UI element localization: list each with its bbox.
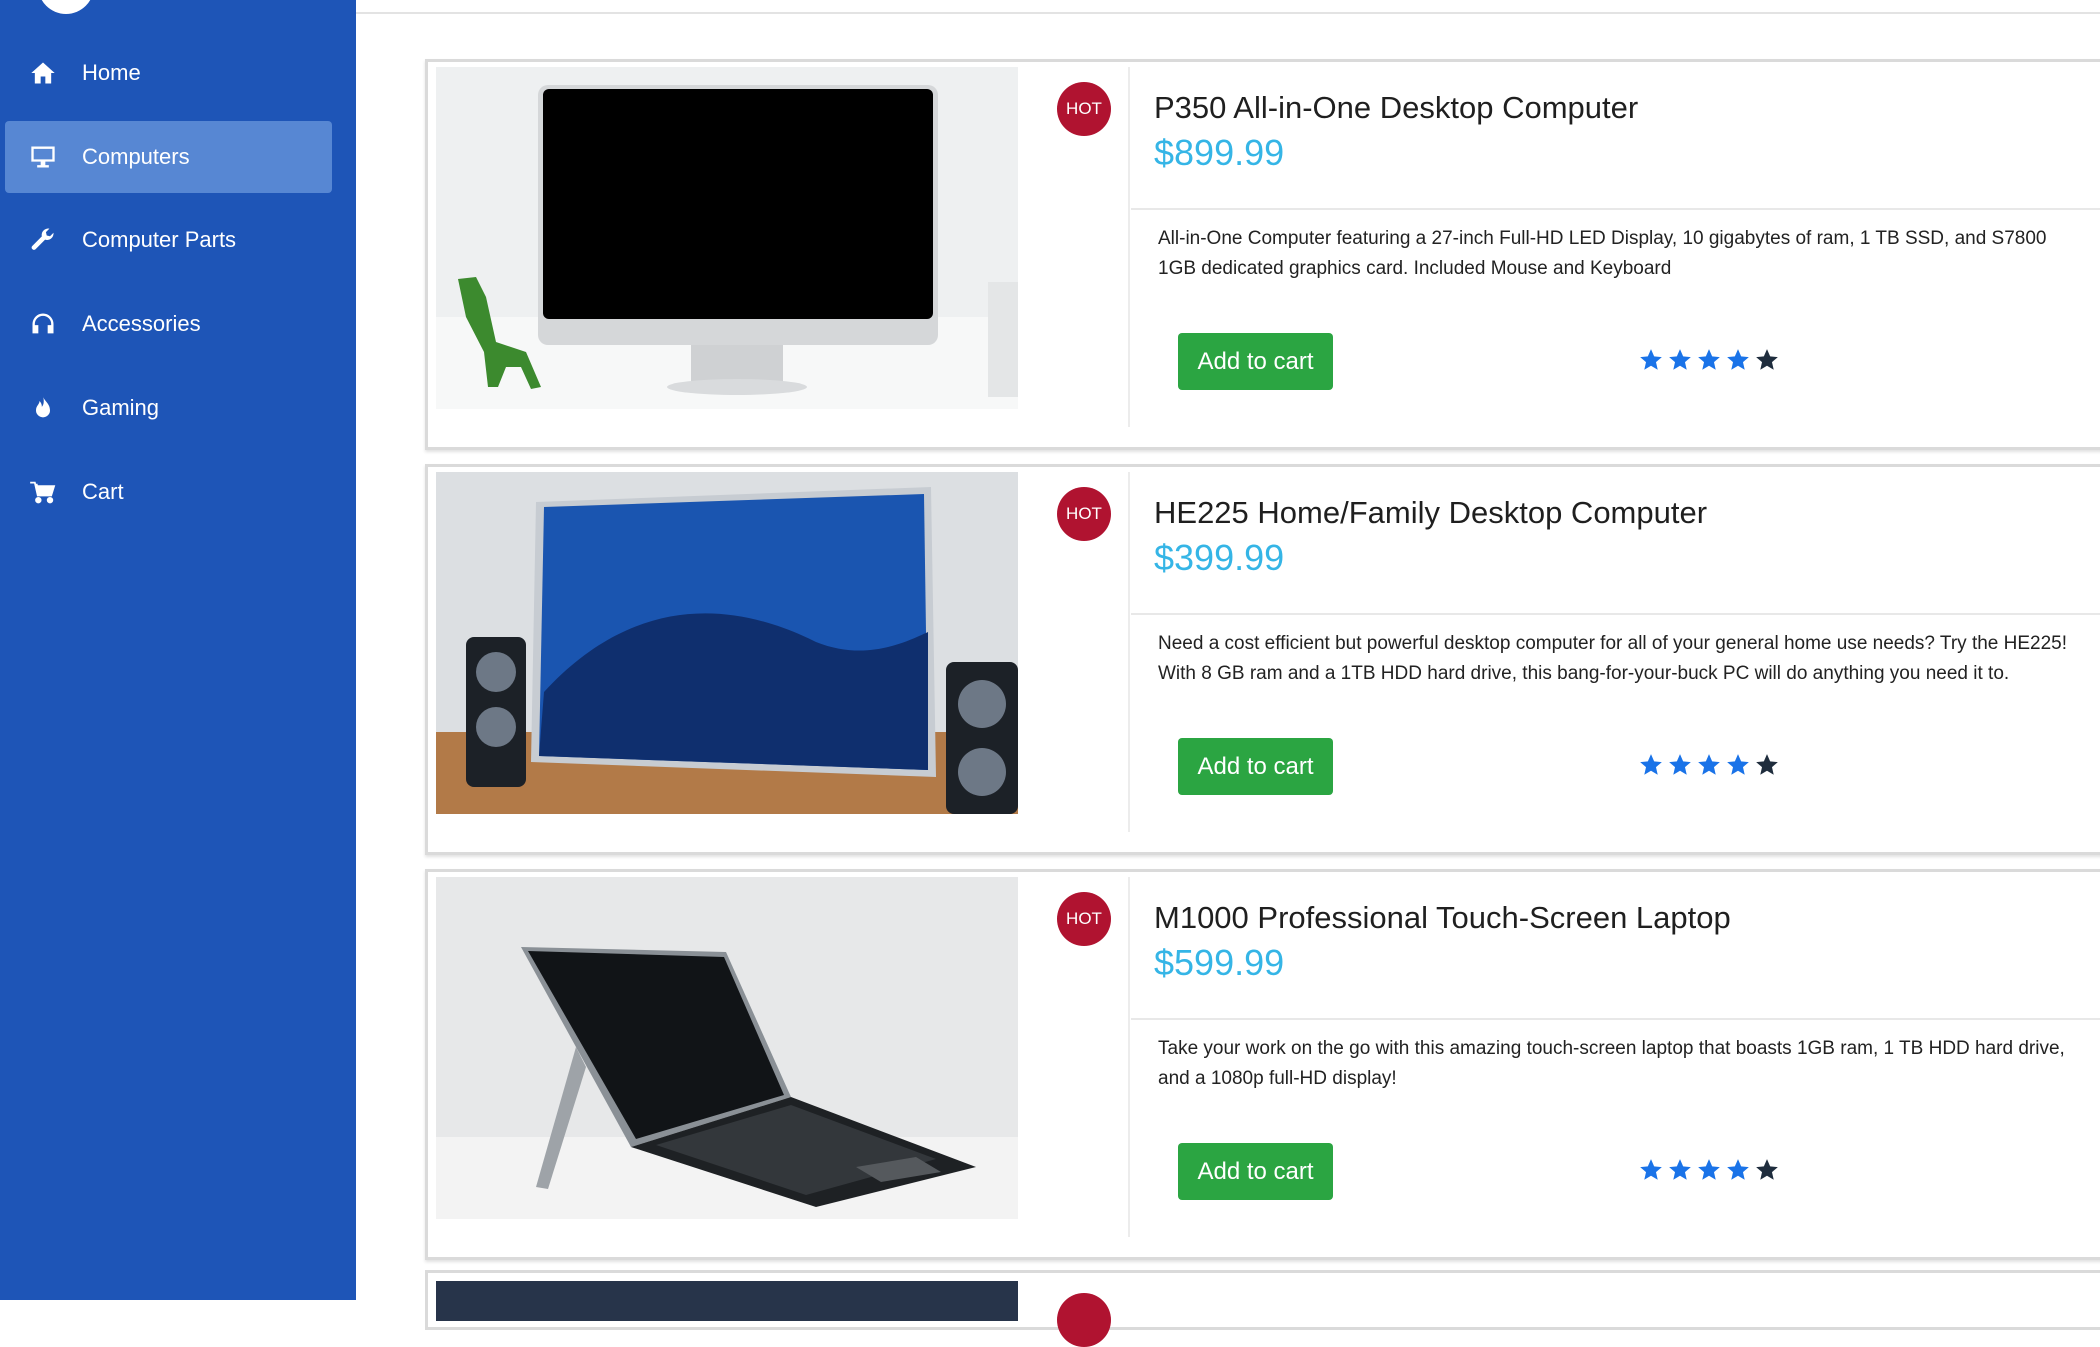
add-to-cart-button[interactable]: Add to cart [1178, 1143, 1333, 1200]
hot-badge: HOT [1057, 487, 1111, 541]
divider [1131, 613, 2100, 615]
home-icon [28, 58, 58, 88]
star-filled-icon [1638, 347, 1664, 373]
star-filled-icon [1725, 347, 1751, 373]
top-bar [356, 0, 2100, 14]
add-to-cart-button[interactable]: Add to cart [1178, 738, 1333, 795]
wrench-icon [28, 225, 58, 255]
sidebar-item-home[interactable]: Home [5, 37, 332, 109]
product-card: HOT HE225 Home/Family Desktop Computer $… [425, 464, 2100, 855]
star-filled-icon [1667, 1157, 1693, 1183]
product-price: $399.99 [1154, 537, 1285, 578]
product-title[interactable]: HE225 Home/Family Desktop Computer [1154, 495, 1707, 531]
fire-icon [28, 393, 58, 423]
star-rating [1638, 1157, 1780, 1183]
star-filled-icon [1667, 752, 1693, 778]
sidebar-item-label: Cart [82, 479, 124, 504]
product-card: HOT P350 All-in-One Desktop Computer $89… [425, 59, 2100, 450]
product-price: $599.99 [1154, 942, 1285, 983]
sidebar-item-computers[interactable]: Computers [5, 121, 332, 193]
product-price: $899.99 [1154, 132, 1285, 173]
star-filled-icon [1696, 1157, 1722, 1183]
cart-icon [28, 477, 58, 507]
star-filled-icon [1725, 1157, 1751, 1183]
logo[interactable] [38, 0, 94, 14]
star-rating [1638, 752, 1780, 778]
divider [1128, 877, 1130, 1237]
product-image-all-in-one[interactable] [436, 67, 1018, 409]
sidebar-item-computer-parts[interactable]: Computer Parts [5, 204, 332, 276]
star-filled-icon [1667, 347, 1693, 373]
sidebar-item-gaming[interactable]: Gaming [5, 372, 332, 444]
product-image[interactable] [436, 1281, 1018, 1321]
headphones-icon [28, 309, 58, 339]
hot-badge: HOT [1057, 892, 1111, 946]
sidebar-item-accessories[interactable]: Accessories [5, 288, 332, 360]
product-description: All-in-One Computer featuring a 27-inch … [1158, 228, 2047, 279]
product-card-partial [425, 1270, 2100, 1347]
sidebar-item-cart[interactable]: Cart [5, 456, 332, 528]
sidebar-item-label: Gaming [82, 395, 160, 420]
product-image-home-desktop[interactable] [436, 472, 1018, 814]
star-filled-icon [1638, 1157, 1664, 1183]
product-description: Need a cost efficient but powerful deskt… [1158, 633, 2068, 684]
star-filled-icon [1638, 752, 1664, 778]
sidebar-item-label: Computer Parts [82, 227, 237, 252]
product-image-laptop[interactable] [436, 877, 1018, 1219]
star-filled-icon [1696, 347, 1722, 373]
add-to-cart-button[interactable]: Add to cart [1178, 333, 1333, 390]
star-empty-icon [1754, 347, 1780, 373]
sidebar: Home Computers Computer Parts Accessorie… [0, 0, 356, 1300]
product-title[interactable]: P350 All-in-One Desktop Computer [1154, 90, 1638, 126]
star-empty-icon [1754, 752, 1780, 778]
divider [1131, 208, 2100, 210]
sidebar-item-label: Computers [82, 144, 190, 169]
sidebar-item-label: Accessories [82, 311, 201, 336]
divider [1131, 1018, 2100, 1020]
hot-badge [1057, 1293, 1111, 1347]
product-title[interactable]: M1000 Professional Touch-Screen Laptop [1154, 900, 1731, 936]
divider [1128, 67, 1130, 427]
star-empty-icon [1754, 1157, 1780, 1183]
divider [1128, 472, 1130, 832]
star-rating [1638, 347, 1780, 373]
sidebar-item-label: Home [82, 60, 141, 85]
star-filled-icon [1725, 752, 1751, 778]
monitor-icon [28, 142, 58, 172]
star-filled-icon [1696, 752, 1722, 778]
product-description: Take your work on the go with this amazi… [1158, 1038, 2065, 1089]
product-card: HOT M1000 Professional Touch-Screen Lapt… [425, 869, 2100, 1260]
hot-badge: HOT [1057, 82, 1111, 136]
